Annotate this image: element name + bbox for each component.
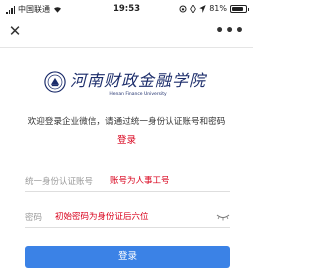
battery-icon <box>230 4 249 13</box>
password-field: 密码 <box>25 206 230 228</box>
battery-percent: 81% <box>209 4 227 13</box>
school-name-en: Henan Finance University <box>109 92 167 97</box>
account-label: 统一身份认证账号 <box>25 176 94 187</box>
more-button[interactable]: ••• <box>215 22 245 40</box>
university-seal-icon <box>44 71 66 93</box>
password-label: 密码 <box>25 212 43 223</box>
login-title: 登录 <box>116 135 136 146</box>
account-field: 统一身份认证账号 <box>25 170 230 192</box>
login-button[interactable]: 登录 <box>25 246 230 268</box>
battery-fill <box>232 6 243 11</box>
header-divider <box>0 47 253 48</box>
status-right: 81% <box>179 4 249 13</box>
account-input[interactable] <box>110 175 210 186</box>
alarm-icon <box>190 4 197 13</box>
close-button[interactable]: ✕ <box>6 22 24 40</box>
location-icon <box>199 4 206 13</box>
password-input[interactable] <box>55 211 195 222</box>
school-name: 河南财政金融学院 Henan Finance University <box>70 67 206 97</box>
rotation-lock-icon <box>179 4 187 13</box>
welcome-text: 欢迎登录企业微信，请通过统一身份认证账号和密码 <box>27 117 226 127</box>
university-logo: 河南财政金融学院 Henan Finance University <box>44 67 206 97</box>
school-name-cn: 河南财政金融学院 <box>70 71 207 90</box>
status-bar: 中国联通 19:53 81% <box>0 0 253 18</box>
eye-closed-icon[interactable] <box>216 213 230 221</box>
